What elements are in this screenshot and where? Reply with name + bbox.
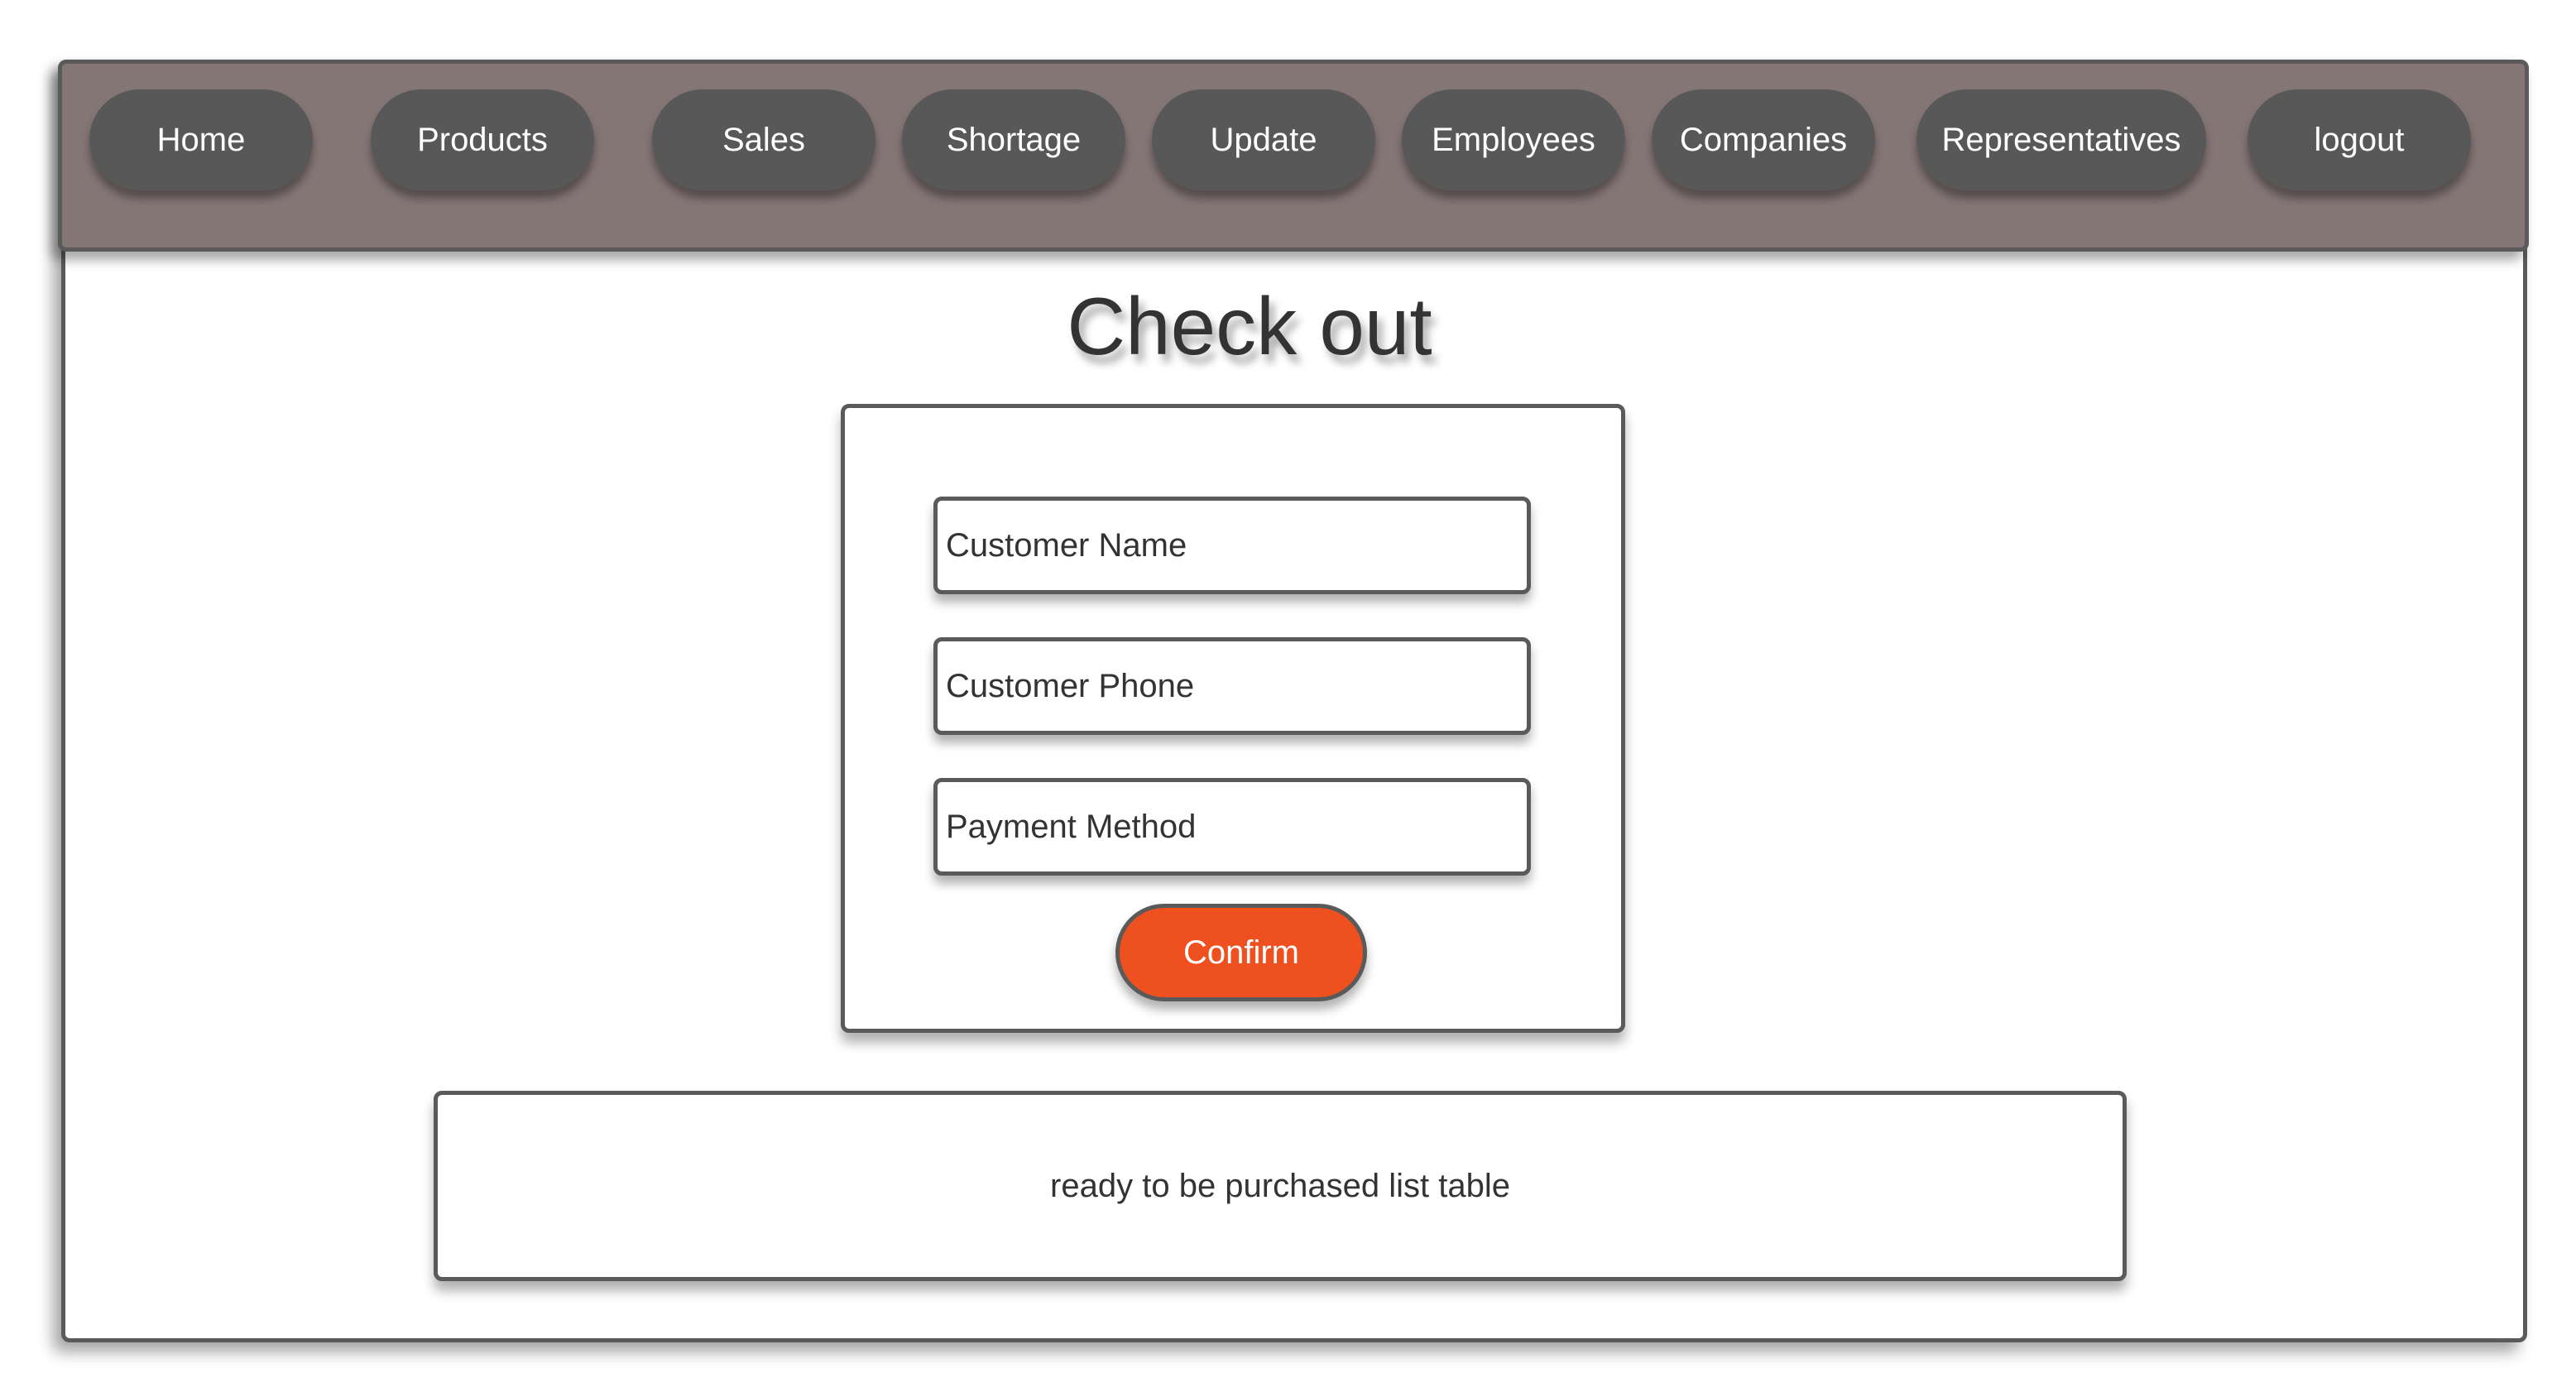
nav-employees-button[interactable]: Employees [1402,89,1625,190]
purchase-list-placeholder: ready to be purchased list table [1050,1167,1510,1204]
customer-name-input[interactable] [933,497,1531,594]
nav-shortage-button[interactable]: Shortage [902,89,1125,190]
page-title: Check out [1067,281,1432,372]
nav-sales-button[interactable]: Sales [652,89,875,190]
confirm-button[interactable]: Confirm [1115,904,1367,1001]
nav-representatives-button[interactable]: Representatives [1916,89,2206,190]
nav-update-button[interactable]: Update [1152,89,1375,190]
nav-products-button[interactable]: Products [371,89,594,190]
nav-logout-button[interactable]: logout [2247,89,2471,190]
nav-home-button[interactable]: Home [89,89,313,190]
customer-phone-input[interactable] [933,637,1531,735]
payment-method-input[interactable] [933,778,1531,876]
purchase-list-table: ready to be purchased list table [434,1091,2127,1281]
nav-companies-button[interactable]: Companies [1652,89,1875,190]
